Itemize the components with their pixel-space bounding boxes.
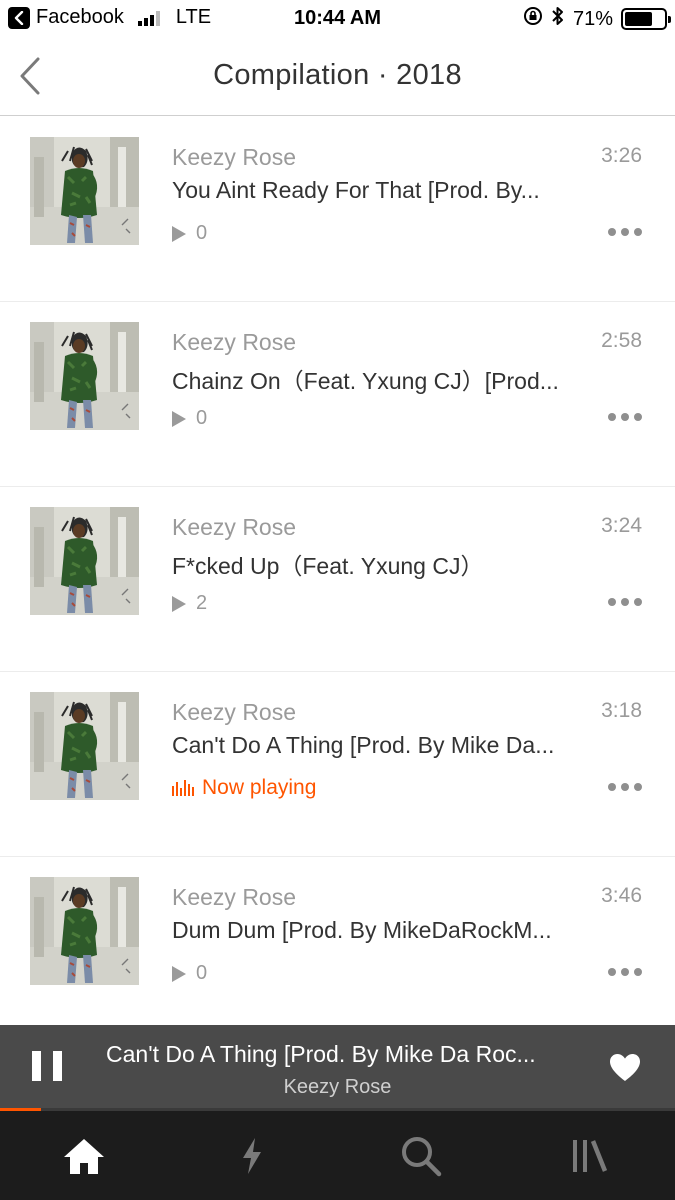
bluetooth-icon — [551, 6, 565, 32]
network-label: LTE — [175, 6, 212, 28]
home-icon — [64, 1138, 104, 1174]
track-row-now-playing[interactable]: Keezy Rose Can't Do A Thing [Prod. By Mi… — [0, 672, 675, 857]
tab-bar — [0, 1111, 675, 1200]
tab-library[interactable] — [506, 1111, 674, 1200]
rotation-lock-icon — [523, 6, 543, 32]
battery-icon — [621, 8, 671, 30]
play-count-value: 0 — [196, 222, 208, 244]
track-duration: 3:46 — [601, 884, 642, 907]
track-title: You Aint Ready For That [Prod. By... — [172, 177, 540, 203]
track-row[interactable]: Keezy Rose Chainz On（Feat. Yxung CJ）[Pro… — [0, 302, 675, 487]
track-artwork — [30, 877, 139, 985]
track-artwork — [30, 322, 139, 430]
battery-percent: 71% — [572, 7, 613, 30]
track-row[interactable]: Keezy Rose You Aint Ready For That [Prod… — [0, 117, 675, 302]
like-button[interactable] — [609, 1053, 641, 1083]
heart-icon — [610, 1054, 640, 1081]
more-options-button[interactable] — [608, 222, 642, 242]
track-title: Dum Dum [Prod. By MikeDaRockM... — [172, 917, 552, 943]
track-artist: Keezy Rose — [172, 884, 297, 910]
play-icon — [172, 965, 186, 982]
play-icon — [172, 595, 186, 612]
mini-player[interactable]: Can't Do A Thing [Prod. By Mike Da Roc..… — [0, 1025, 675, 1111]
track-row[interactable]: Keezy Rose Dum Dum [Prod. By MikeDaRockM… — [0, 857, 675, 1042]
track-artwork — [30, 137, 139, 245]
play-count-value: 0 — [196, 962, 208, 984]
mini-player-artist: Keezy Rose — [283, 1076, 392, 1098]
track-title: F*cked Up（Feat. Yxung CJ） — [172, 553, 484, 579]
more-options-button[interactable] — [608, 962, 642, 982]
back-to-app[interactable]: Facebook LTE — [8, 6, 211, 29]
tab-search[interactable] — [337, 1111, 505, 1200]
header: Compilation · 2018 — [0, 38, 675, 116]
back-arrow-icon — [8, 6, 30, 29]
track-artist: Keezy Rose — [172, 144, 297, 170]
play-count: 0 — [172, 222, 207, 245]
play-count: 2 — [172, 592, 207, 615]
play-count-value: 2 — [196, 592, 208, 614]
track-duration: 3:18 — [601, 699, 642, 722]
equalizer-icon — [172, 780, 194, 796]
search-icon — [402, 1136, 442, 1176]
page-title: Compilation · 2018 — [213, 59, 462, 91]
status-bar: Facebook LTE 10:44 AM 71% — [0, 0, 675, 38]
track-title: Chainz On（Feat. Yxung CJ）[Prod... — [172, 368, 559, 394]
now-playing-indicator: Now playing — [172, 776, 316, 800]
play-icon — [172, 225, 186, 242]
track-artist: Keezy Rose — [172, 329, 297, 355]
track-duration: 2:58 — [601, 329, 642, 352]
pause-button[interactable] — [32, 1051, 62, 1085]
track-artwork — [30, 692, 139, 800]
track-artist: Keezy Rose — [172, 699, 297, 725]
track-artwork — [30, 507, 139, 615]
track-list: Keezy Rose You Aint Ready For That [Prod… — [0, 117, 675, 1042]
play-count: 0 — [172, 407, 207, 430]
tab-stream[interactable] — [168, 1111, 336, 1200]
track-artist: Keezy Rose — [172, 514, 297, 540]
library-icon — [573, 1139, 608, 1172]
tab-home[interactable] — [0, 1111, 168, 1200]
play-icon — [172, 410, 186, 427]
more-options-button[interactable] — [608, 592, 642, 612]
now-playing-label: Now playing — [202, 776, 317, 799]
track-duration: 3:26 — [601, 144, 642, 167]
lightning-icon — [243, 1137, 261, 1174]
track-row[interactable]: Keezy Rose F*cked Up（Feat. Yxung CJ） 3:2… — [0, 487, 675, 672]
play-count: 0 — [172, 962, 207, 985]
signal-icon — [137, 10, 160, 26]
track-duration: 3:24 — [601, 514, 642, 537]
more-options-button[interactable] — [608, 407, 642, 427]
more-options-button[interactable] — [608, 777, 642, 797]
back-app-label: Facebook — [36, 6, 124, 28]
play-count-value: 0 — [196, 407, 208, 429]
track-title: Can't Do A Thing [Prod. By Mike Da... — [172, 732, 555, 758]
mini-player-title: Can't Do A Thing [Prod. By Mike Da Roc..… — [106, 1041, 536, 1067]
